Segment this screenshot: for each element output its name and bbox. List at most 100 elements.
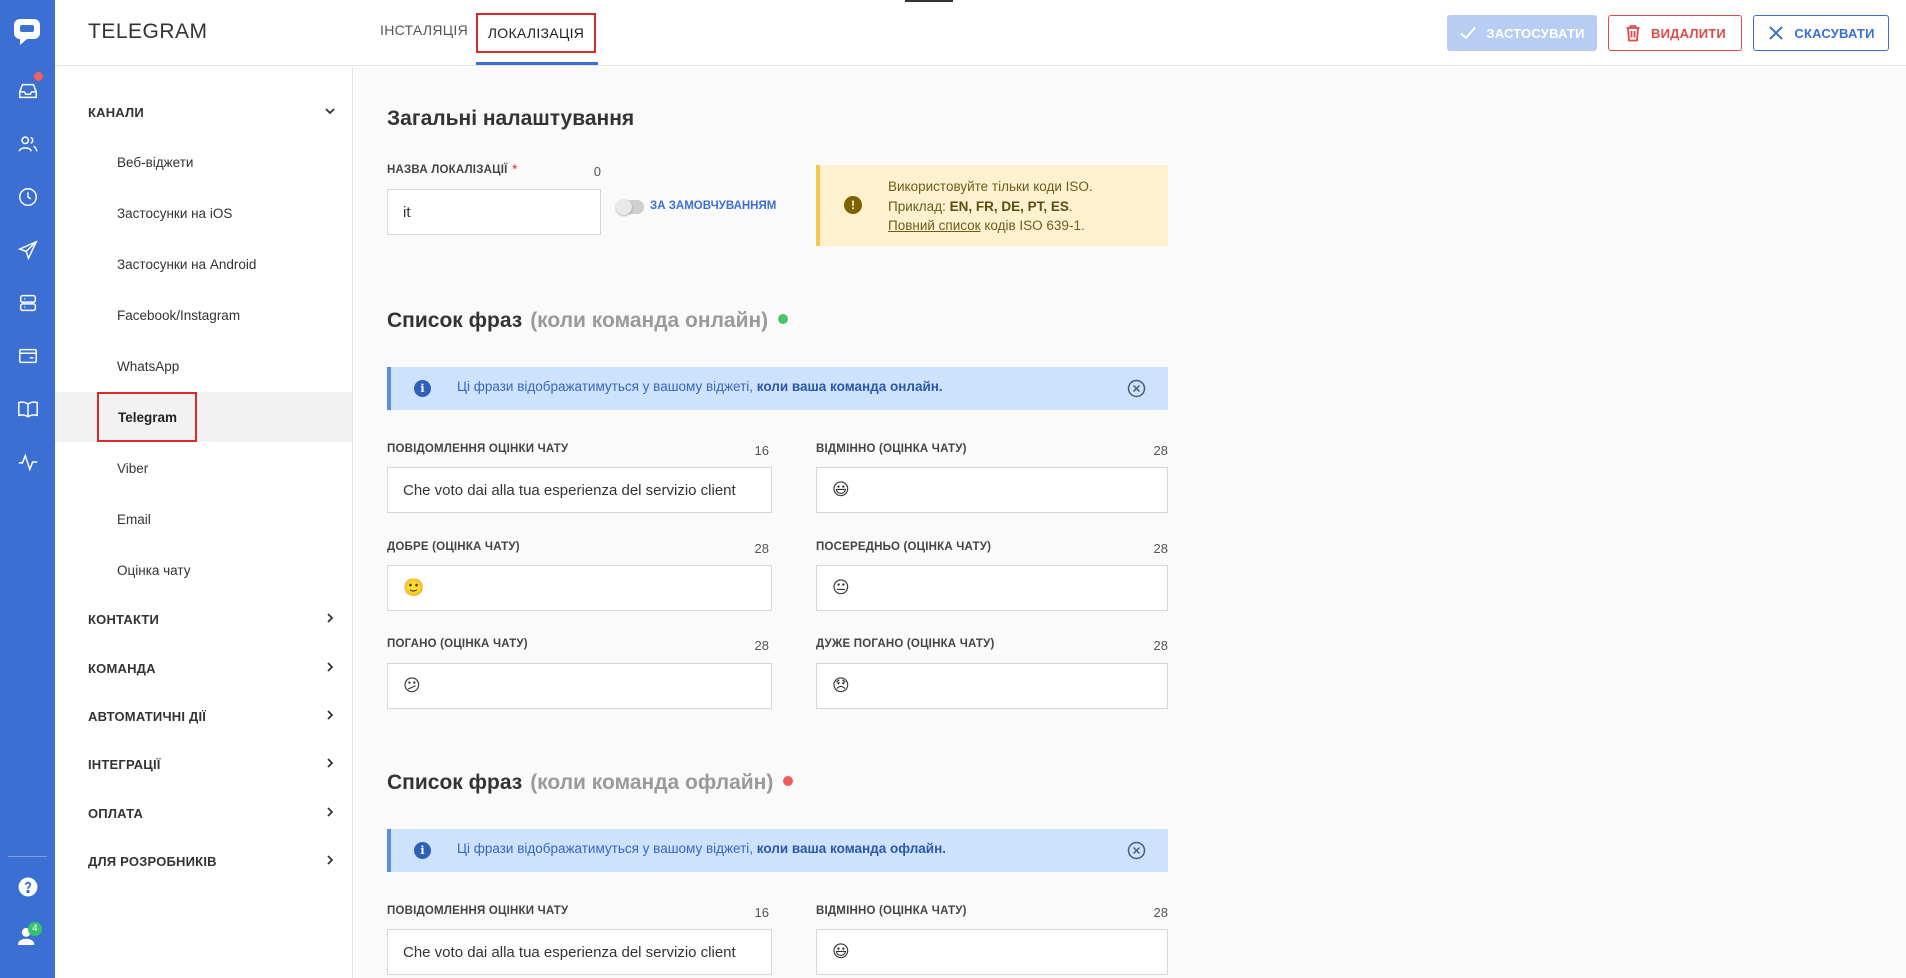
- online-rating-message-counter: 16: [754, 443, 769, 458]
- sidebar-item-web-widgets[interactable]: Веб-віджети: [117, 155, 193, 170]
- full-list-link[interactable]: Повний список: [888, 218, 981, 233]
- sidebar-section-integrations[interactable]: ІНТЕГРАЦІЇ: [88, 757, 338, 772]
- offline-rating-message-input[interactable]: Che voto dai alla tua esperienza del ser…: [387, 929, 772, 975]
- online-average-input[interactable]: 😐: [816, 565, 1168, 611]
- online-excellent-input[interactable]: 😃: [816, 467, 1168, 513]
- sidebar-section-channels[interactable]: КАНАЛИ: [88, 105, 338, 120]
- sidebar-item-whatsapp[interactable]: WhatsApp: [117, 359, 179, 374]
- page-title: TELEGRAM: [88, 20, 208, 43]
- activity-icon[interactable]: [14, 448, 41, 475]
- default-locale-toggle[interactable]: [616, 199, 644, 215]
- online-very-bad-counter: 28: [1153, 638, 1168, 653]
- close-circle-icon[interactable]: [1127, 379, 1146, 398]
- notice-line-1: Використовуйте тільки коди ISO.: [888, 179, 1093, 194]
- send-icon[interactable]: [14, 236, 41, 263]
- sidebar-section-label: ІНТЕГРАЦІЇ: [88, 757, 161, 772]
- notification-dot: [34, 72, 43, 81]
- wallet-icon[interactable]: [14, 342, 41, 369]
- offline-info-text-bold: коли ваша команда офлайн.: [756, 841, 947, 856]
- online-bad-label: ПОГАНО (ОЦІНКА ЧАТУ): [387, 638, 528, 650]
- sidebar-section-team[interactable]: КОМАНДА: [88, 661, 338, 676]
- chevron-right-icon: [324, 757, 338, 771]
- sidebar-section-billing[interactable]: ОПЛАТА: [88, 806, 338, 821]
- offline-info-text: Ці фрази відображатимуться у вашому відж…: [457, 841, 946, 856]
- offline-status-dot: [783, 776, 794, 787]
- book-icon[interactable]: [14, 395, 41, 422]
- sidebar-item-facebook-instagram[interactable]: Facebook/Instagram: [117, 308, 240, 323]
- info-icon: i: [414, 380, 431, 397]
- offline-rating-message-counter: 16: [754, 905, 769, 920]
- sidebar-item-ios-apps[interactable]: Застосунки на iOS: [117, 206, 232, 221]
- chat-logo-icon[interactable]: [10, 14, 44, 48]
- online-bad-input[interactable]: 😕: [387, 663, 772, 709]
- chevron-right-icon: [324, 854, 338, 868]
- cancel-button-label: СКАСУВАТИ: [1794, 25, 1875, 41]
- notice-line-3: Повний список кодів ISO 639-1.: [888, 216, 1093, 236]
- online-good-input[interactable]: 🙂: [387, 565, 772, 611]
- close-circle-icon[interactable]: [1127, 841, 1146, 860]
- history-icon[interactable]: [14, 183, 41, 210]
- delete-button[interactable]: ВИДАЛИТИ: [1608, 15, 1742, 51]
- inbox-icon[interactable]: [14, 77, 41, 104]
- chevron-right-icon: [324, 806, 338, 820]
- sidebar-item-email[interactable]: Email: [117, 512, 151, 527]
- window-grab-handle: [905, 0, 953, 2]
- tab-localization[interactable]: ЛОКАЛІЗАЦІЯ: [476, 13, 596, 53]
- icon-rail: 4: [0, 0, 55, 978]
- tab-installation[interactable]: ІНСТАЛЯЦІЯ: [380, 22, 468, 38]
- settings-sidebar: КАНАЛИ Веб-віджети Застосунки на iOS Зас…: [55, 67, 353, 978]
- online-info-text-bold: коли ваша команда онлайн.: [756, 379, 943, 394]
- rail-divider: [8, 856, 47, 857]
- online-status-dot: [778, 314, 789, 325]
- sidebar-item-viber[interactable]: Viber: [117, 461, 148, 476]
- database-icon[interactable]: [14, 289, 41, 316]
- offline-phrases-heading: Список фраз (коли команда офлайн): [387, 771, 794, 795]
- online-info-text-plain: Ці фрази відображатимуться у вашому відж…: [457, 379, 757, 394]
- notice-line-2: Приклад: EN, FR, DE, PT, ES.: [888, 197, 1093, 217]
- app-window: 4 TELEGRAM ІНСТАЛЯЦІЯ ЛОКАЛІЗАЦІЯ ЗАСТОС…: [0, 0, 1906, 978]
- online-rating-message-input[interactable]: Che voto dai alla tua esperienza del ser…: [387, 467, 772, 513]
- default-locale-toggle-label[interactable]: ЗА ЗАМОВЧУВАННЯМ: [650, 200, 776, 212]
- online-good-counter: 28: [754, 541, 769, 556]
- online-phrases-title: Список фраз: [387, 309, 523, 332]
- online-phrases-subtitle: (коли команда онлайн): [530, 309, 769, 332]
- offline-phrases-title: Список фраз: [387, 771, 523, 794]
- online-average-counter: 28: [1153, 541, 1168, 556]
- online-very-bad-input[interactable]: 😞: [816, 663, 1168, 709]
- offline-info-text-plain: Ці фрази відображатимуться у вашому відж…: [457, 841, 757, 856]
- online-very-bad-label: ДУЖЕ ПОГАНО (ОЦІНКА ЧАТУ): [816, 638, 995, 650]
- close-icon: [1769, 26, 1784, 40]
- locale-name-input[interactable]: it: [387, 189, 601, 235]
- cancel-button[interactable]: СКАСУВАТИ: [1753, 15, 1889, 51]
- active-tab-indicator: [476, 62, 598, 65]
- sidebar-section-contacts[interactable]: КОНТАКТИ: [88, 612, 338, 627]
- locale-name-label: НАЗВА ЛОКАЛІЗАЦІЇ *: [387, 164, 517, 176]
- online-info-banner: i Ці фрази відображатимуться у вашому ві…: [387, 367, 1168, 410]
- sidebar-item-telegram[interactable]: Telegram: [97, 392, 197, 442]
- online-agents-badge: 4: [28, 922, 42, 936]
- sidebar-item-android-apps[interactable]: Застосунки на Android: [117, 257, 256, 272]
- offline-rating-message-label: ПОВІДОМЛЕННЯ ОЦІНКИ ЧАТУ: [387, 905, 569, 917]
- general-settings-heading: Загальні налаштування: [387, 107, 635, 130]
- sidebar-section-developers[interactable]: ДЛЯ РОЗРОБНИКІВ: [88, 854, 338, 869]
- sidebar-section-label: ДЛЯ РОЗРОБНИКІВ: [88, 854, 217, 869]
- online-info-text: Ці фрази відображатимуться у вашому відж…: [457, 379, 943, 394]
- offline-excellent-counter: 28: [1153, 905, 1168, 920]
- apply-button[interactable]: ЗАСТОСУВАТИ: [1447, 15, 1597, 51]
- offline-excellent-input[interactable]: 😃: [816, 929, 1168, 975]
- sidebar-section-automation[interactable]: АВТОМАТИЧНІ ДІЇ: [88, 709, 338, 724]
- sidebar-item-chat-rating[interactable]: Оцінка чату: [117, 563, 190, 578]
- contacts-icon[interactable]: [14, 130, 41, 157]
- required-asterisk: *: [512, 164, 518, 176]
- apply-button-label: ЗАСТОСУВАТИ: [1486, 25, 1585, 41]
- offline-info-banner: i Ці фрази відображатимуться у вашому ві…: [387, 829, 1168, 872]
- offline-phrases-subtitle: (коли команда офлайн): [530, 771, 774, 794]
- offline-excellent-label: ВІДМІННО (ОЦІНКА ЧАТУ): [816, 905, 967, 917]
- chevron-right-icon: [324, 661, 338, 675]
- sidebar-section-label: АВТОМАТИЧНІ ДІЇ: [88, 709, 207, 724]
- chevron-down-icon: [324, 105, 338, 119]
- help-icon[interactable]: [14, 873, 41, 900]
- chevron-right-icon: [324, 709, 338, 723]
- localization-content: Загальні налаштування НАЗВА ЛОКАЛІЗАЦІЇ *…: [354, 67, 1906, 978]
- sidebar-section-label: КОНТАКТИ: [88, 612, 160, 627]
